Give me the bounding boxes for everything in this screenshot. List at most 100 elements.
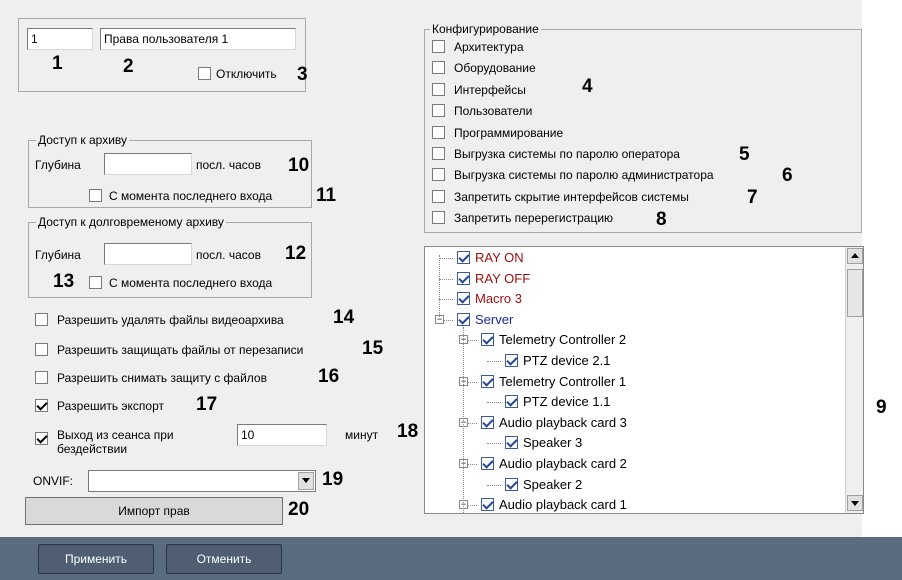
callout-16: 16 xyxy=(318,366,340,387)
scroll-thumb[interactable] xyxy=(847,269,863,317)
config-label-1: Оборудование xyxy=(454,61,536,75)
idle-exit-label-line2: бездействии xyxy=(57,442,128,456)
long-archive-depth-field[interactable] xyxy=(104,243,192,265)
tree-item-label: Speaker 3 xyxy=(523,435,583,450)
idle-exit-label-line1: Выход из сеанса при xyxy=(57,428,174,442)
archive-depth-field[interactable] xyxy=(104,153,192,175)
tree-item-label: Speaker 2 xyxy=(523,477,583,492)
archive-depth-label: Глубина xyxy=(35,158,81,172)
objects-tree[interactable]: − − − − − − RAY ON RAY OFF Macro 3 Server Telemet… xyxy=(424,246,864,514)
tree-checkbox[interactable] xyxy=(505,478,518,491)
scroll-down-icon[interactable] xyxy=(847,495,863,511)
tree-checkbox[interactable] xyxy=(505,354,518,367)
config-checkbox-2[interactable] xyxy=(432,83,445,96)
config-checkbox-3[interactable] xyxy=(432,104,445,117)
callout-17: 17 xyxy=(196,394,218,415)
callout-9: 9 xyxy=(876,397,887,418)
tree-checkbox[interactable] xyxy=(481,498,494,511)
config-checkbox-5[interactable] xyxy=(432,147,445,160)
callout-8: 8 xyxy=(656,209,667,230)
tree-checkbox[interactable] xyxy=(481,333,494,346)
callout-2: 2 xyxy=(123,56,134,77)
allow-export-checkbox[interactable] xyxy=(35,399,48,412)
user-id-field[interactable]: 1 xyxy=(27,28,93,50)
settings-panel: 1 Права пользователя 1 Отключить 1 2 3 Д… xyxy=(0,0,864,537)
allow-unprotect-label: Разрешить снимать защиту с файлов xyxy=(57,371,267,385)
tree-checkbox[interactable] xyxy=(481,375,494,388)
callout-10: 10 xyxy=(288,155,310,176)
tree-connector xyxy=(463,327,464,513)
idle-timeout-field[interactable]: 10 xyxy=(237,424,327,446)
import-rights-button[interactable]: Импорт прав xyxy=(25,497,283,525)
user-name-field[interactable]: Права пользователя 1 xyxy=(100,28,296,50)
allow-delete-checkbox[interactable] xyxy=(35,313,48,326)
long-archive-hours-label: посл. часов xyxy=(196,248,261,262)
chevron-down-icon[interactable] xyxy=(298,472,314,490)
tree-checkbox[interactable] xyxy=(457,251,470,264)
callout-12: 12 xyxy=(285,243,307,264)
callout-20: 20 xyxy=(288,499,310,520)
allow-protect-checkbox[interactable] xyxy=(35,343,48,356)
config-checkbox-0[interactable] xyxy=(432,40,445,53)
callout-19: 19 xyxy=(322,469,344,490)
tree-checkbox[interactable] xyxy=(457,313,470,326)
long-archive-since-login-checkbox[interactable] xyxy=(89,276,102,289)
disable-checkbox[interactable] xyxy=(198,67,211,80)
tree-item-label: Server xyxy=(475,312,514,327)
callout-7: 7 xyxy=(747,187,758,208)
tree-checkbox[interactable] xyxy=(481,416,494,429)
callout-14: 14 xyxy=(333,307,355,328)
callout-3: 3 xyxy=(297,64,308,85)
tree-connector xyxy=(487,443,501,444)
tree-item-label: PTZ device 1.1 xyxy=(523,394,611,409)
config-label-0: Архитектура xyxy=(454,40,524,54)
config-checkbox-7[interactable] xyxy=(432,190,445,203)
onvif-label: ONVIF: xyxy=(33,474,74,488)
config-checkbox-6[interactable] xyxy=(432,168,445,181)
tree-connector xyxy=(439,258,453,259)
tree-item-label: Telemetry Controller 1 xyxy=(499,374,627,389)
tree-connector xyxy=(439,279,453,280)
allow-protect-label: Разрешить защищать файлы от перезаписи xyxy=(57,343,304,357)
tree-item-label: Macro 3 xyxy=(475,291,522,306)
tree-connector xyxy=(439,255,440,317)
config-label-4: Программирование xyxy=(454,126,564,140)
tree-checkbox[interactable] xyxy=(505,436,518,449)
tree-checkbox[interactable] xyxy=(481,457,494,470)
callout-15: 15 xyxy=(362,338,384,359)
callout-18: 18 xyxy=(397,421,419,442)
tree-checkbox[interactable] xyxy=(457,292,470,305)
config-checkbox-1[interactable] xyxy=(432,61,445,74)
config-label-5: Выгрузка системы по паролю оператора xyxy=(454,147,680,161)
config-label-6: Выгрузка системы по паролю администратор… xyxy=(454,168,714,182)
long-archive-group-title: Доступ к долговременому архиву xyxy=(36,215,226,229)
tree-checkbox[interactable] xyxy=(457,272,470,285)
callout-4: 4 xyxy=(582,76,593,97)
idle-exit-checkbox[interactable] xyxy=(35,432,48,445)
config-checkbox-4[interactable] xyxy=(432,126,445,139)
config-label-2: Интерфейсы xyxy=(454,83,526,97)
tree-scrollbar[interactable] xyxy=(845,247,863,513)
archive-since-login-checkbox[interactable] xyxy=(89,189,102,202)
config-label-3: Пользователи xyxy=(454,104,533,118)
callout-13: 13 xyxy=(53,271,75,292)
scroll-up-icon[interactable] xyxy=(847,248,863,264)
long-archive-since-login-label: С момента последнего входа xyxy=(109,276,273,290)
tree-checkbox[interactable] xyxy=(505,395,518,408)
config-checkbox-8[interactable] xyxy=(432,211,445,224)
onvif-select[interactable] xyxy=(88,470,316,492)
tree-connector xyxy=(439,299,453,300)
tree-item-label: Audio playback card 2 xyxy=(499,456,627,471)
apply-button[interactable]: Применить xyxy=(38,544,154,574)
tree-item-label: Audio playback card 3 xyxy=(499,415,627,430)
callout-11: 11 xyxy=(316,185,337,206)
tree-item-label: Telemetry Controller 2 xyxy=(499,332,627,347)
footer-bar: Применить Отменить xyxy=(0,537,902,580)
idle-unit-label: минут xyxy=(345,428,379,442)
config-label-8: Запретить перерегистрацию xyxy=(454,211,614,225)
callout-1: 1 xyxy=(52,53,63,74)
allow-unprotect-checkbox[interactable] xyxy=(35,371,48,384)
config-group-title: Конфигурирование xyxy=(430,22,541,36)
disable-label: Отключить xyxy=(216,67,277,81)
cancel-button[interactable]: Отменить xyxy=(166,544,282,574)
